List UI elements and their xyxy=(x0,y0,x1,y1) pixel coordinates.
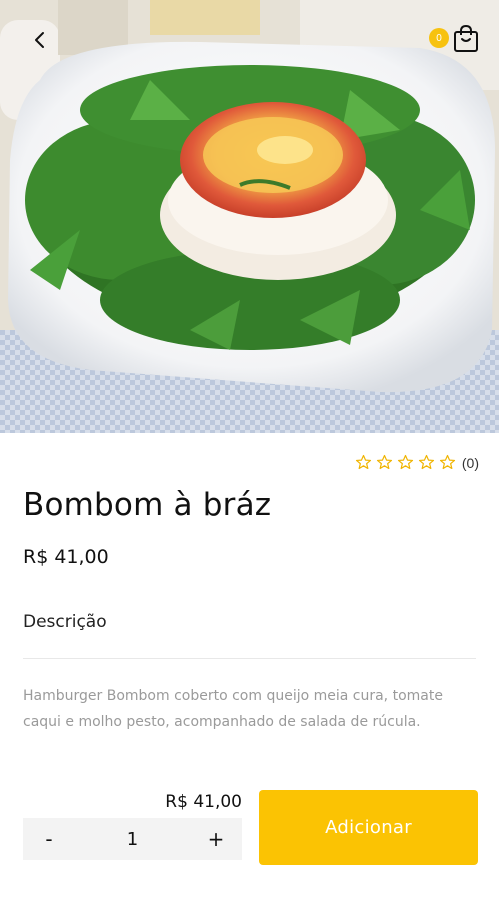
product-price: R$ 41,00 xyxy=(23,546,109,568)
chevron-left-icon xyxy=(35,32,44,48)
cart-count-badge: 0 xyxy=(429,28,449,48)
star-outline-icon xyxy=(418,454,434,470)
star-outline-icon xyxy=(397,454,413,470)
shopping-bag-icon xyxy=(454,25,478,52)
rating-count: (0) xyxy=(461,454,479,471)
quantity-value: 1 xyxy=(126,828,139,850)
rating: (0) xyxy=(355,454,479,471)
product-photo xyxy=(0,0,499,433)
star-outline-icon xyxy=(439,454,455,470)
description-text: Hamburger Bombom coberto com queijo meia… xyxy=(23,688,443,730)
star-outline-icon xyxy=(355,454,371,470)
decrement-button[interactable]: - xyxy=(35,825,63,853)
product-image: 0 xyxy=(0,0,499,433)
back-button[interactable] xyxy=(22,22,58,58)
order-total: R$ 41,00 xyxy=(165,792,242,812)
product-title: Bombom à bráz xyxy=(23,487,272,523)
cart-button[interactable]: 0 xyxy=(423,22,479,56)
quantity-stepper: - 1 + xyxy=(23,818,242,860)
star-outline-icon xyxy=(376,454,392,470)
divider xyxy=(23,658,476,659)
description-heading: Descrição xyxy=(23,612,107,632)
increment-button[interactable]: + xyxy=(202,825,230,853)
add-to-cart-button[interactable]: Adicionar xyxy=(259,790,478,865)
